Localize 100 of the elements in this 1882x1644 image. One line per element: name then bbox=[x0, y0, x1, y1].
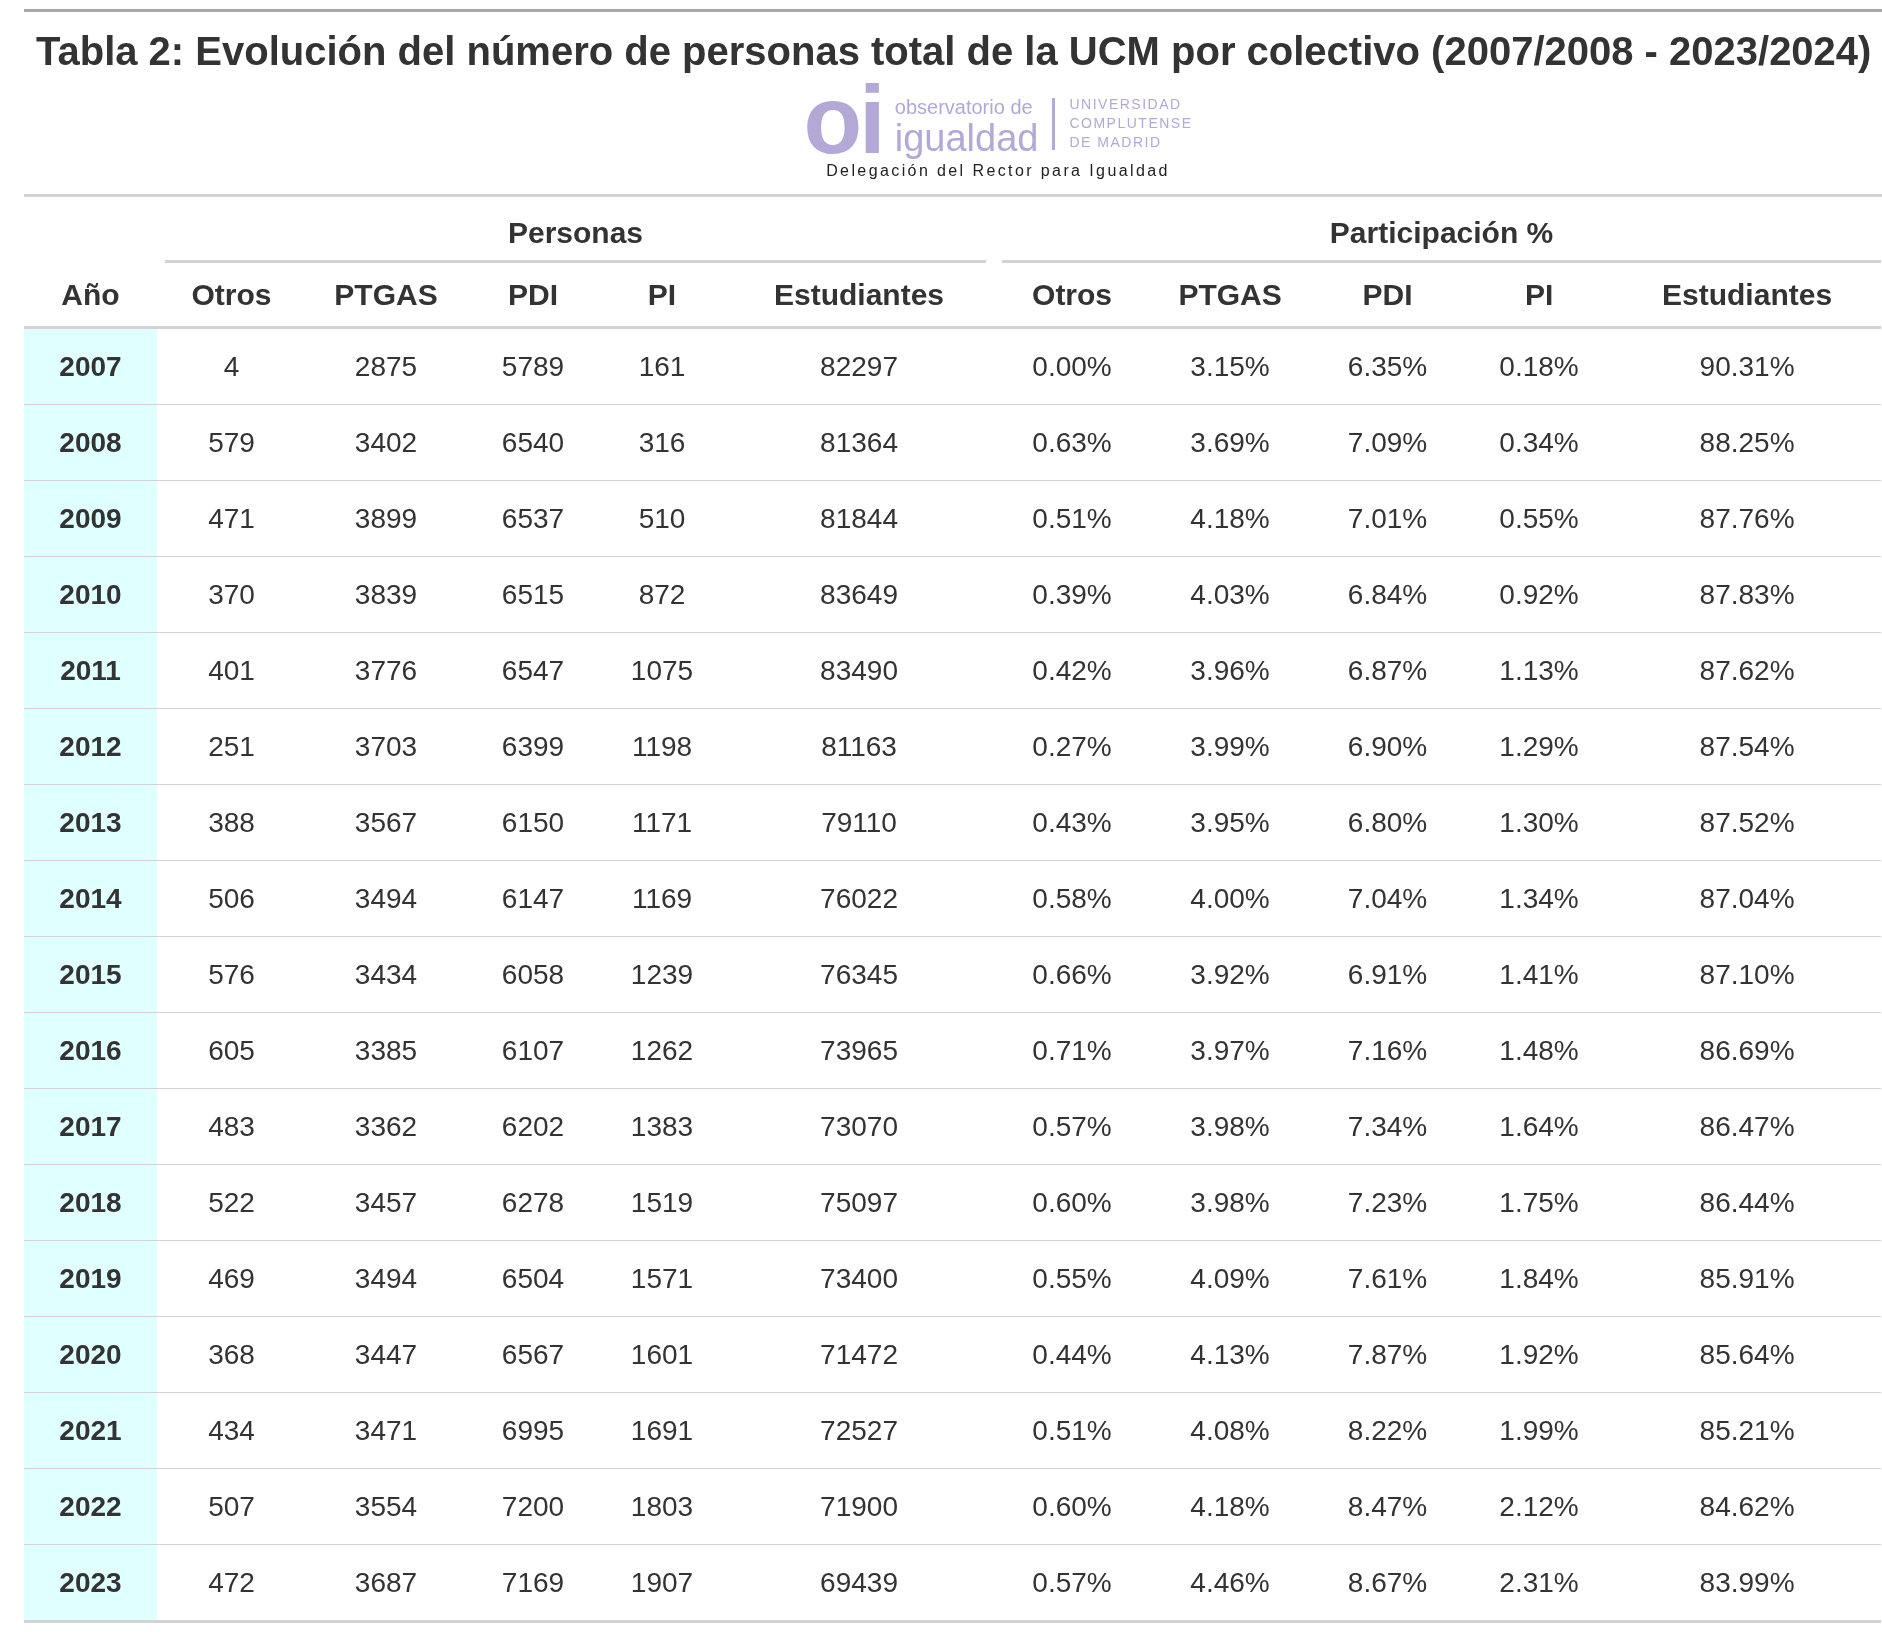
table-cell: 370 bbox=[208, 578, 255, 610]
table-cell: 1.84% bbox=[1499, 1262, 1579, 1294]
table-cell: 83490 bbox=[820, 654, 898, 686]
table-cell: 2875 bbox=[354, 350, 418, 382]
table-cell: 401 bbox=[208, 654, 255, 686]
table-cell: 3.98% bbox=[1190, 1186, 1270, 1218]
table-cell: 471 bbox=[208, 502, 255, 534]
year-cell: 2020 bbox=[24, 1316, 157, 1393]
table-cell: 73400 bbox=[820, 1262, 898, 1294]
table-cell: 472 bbox=[208, 1566, 255, 1598]
table-cell: 3471 bbox=[354, 1414, 418, 1446]
table-cell: 2.12% bbox=[1499, 1490, 1579, 1522]
logo-text: igualdad bbox=[894, 118, 1039, 158]
table-cell: 1075 bbox=[630, 654, 694, 686]
table-cell: 3.99% bbox=[1190, 730, 1270, 762]
table-cell: 6515 bbox=[501, 578, 565, 610]
table-cell: 0.39% bbox=[1032, 578, 1112, 610]
table-cell: 72527 bbox=[820, 1414, 898, 1446]
table-cell: 87.62% bbox=[1699, 654, 1795, 686]
table-cell: 87.54% bbox=[1699, 730, 1795, 762]
table-cell: 6202 bbox=[501, 1110, 565, 1142]
table-cell: 86.44% bbox=[1699, 1186, 1795, 1218]
table-cell: 1171 bbox=[631, 806, 693, 838]
table-cell: 6.91% bbox=[1347, 958, 1428, 990]
table-cell: 1691 bbox=[630, 1414, 694, 1446]
table-cell: 3554 bbox=[354, 1490, 418, 1522]
table-cell: 0.92% bbox=[1499, 578, 1579, 610]
table-cell: 3687 bbox=[354, 1566, 418, 1598]
table-cell: 87.83% bbox=[1699, 578, 1795, 610]
table-cell: 576 bbox=[208, 958, 255, 990]
table-cell: 1239 bbox=[630, 958, 694, 990]
table-cell: 7.01% bbox=[1347, 502, 1428, 534]
table-cell: 0.44% bbox=[1032, 1338, 1112, 1370]
logo-university-text: COMPLUTENSE bbox=[1069, 114, 1193, 133]
column-group-header: Personas bbox=[508, 216, 644, 249]
table-cell: 4.03% bbox=[1190, 578, 1270, 610]
table-cell: 1.92% bbox=[1499, 1338, 1579, 1370]
table-cell: 86.69% bbox=[1699, 1034, 1795, 1066]
table-title: Tabla 2: Evolución del número de personas total de la UCM por colectivo (2007/2008 - 2023/2024) bbox=[36, 28, 1873, 75]
table-cell: 8.47% bbox=[1347, 1490, 1428, 1522]
table-cell: 87.76% bbox=[1699, 502, 1795, 534]
table-cell: 0.55% bbox=[1032, 1262, 1112, 1294]
year-cell: 2021 bbox=[24, 1392, 157, 1469]
table-cell: 4.00% bbox=[1190, 882, 1270, 914]
year-cell: 2011 bbox=[24, 632, 157, 709]
column-group-header: Participación % bbox=[1329, 216, 1554, 249]
table-cell: 1.48% bbox=[1499, 1034, 1579, 1066]
table-cell: 1262 bbox=[630, 1034, 694, 1066]
table-cell: 3.95% bbox=[1190, 806, 1270, 838]
table-cell: 1571 bbox=[630, 1262, 694, 1294]
year-cell: 2019 bbox=[24, 1240, 157, 1317]
table-cell: 4.18% bbox=[1190, 1490, 1270, 1522]
table-cell: 368 bbox=[208, 1338, 255, 1370]
table-cell: 6.35% bbox=[1347, 350, 1428, 382]
table-cell: 7.87% bbox=[1347, 1338, 1428, 1370]
table-cell: 1.41% bbox=[1499, 958, 1579, 990]
table-cell: 4.08% bbox=[1190, 1414, 1270, 1446]
table-cell: 8.22% bbox=[1347, 1414, 1428, 1446]
table-cell: 0.51% bbox=[1032, 502, 1112, 534]
column-header: Estudiantes bbox=[774, 277, 945, 311]
table-cell: 3.97% bbox=[1190, 1034, 1270, 1066]
table-cell: 579 bbox=[208, 426, 255, 458]
table-cell: 4 bbox=[223, 350, 240, 382]
table-cell: 388 bbox=[208, 806, 255, 838]
table-cell: 3402 bbox=[354, 426, 418, 458]
table-cell: 76022 bbox=[820, 882, 898, 914]
table-cell: 6107 bbox=[501, 1034, 565, 1066]
table-cell: 0.63% bbox=[1032, 426, 1112, 458]
table-cell: 1.29% bbox=[1499, 730, 1579, 762]
table-cell: 7.23% bbox=[1347, 1186, 1428, 1218]
table-cell: 507 bbox=[208, 1490, 255, 1522]
year-cell: 2008 bbox=[24, 404, 157, 481]
table-cell: 0.60% bbox=[1032, 1186, 1112, 1218]
table-cell: 2.31% bbox=[1499, 1566, 1579, 1598]
table-cell: 0.27% bbox=[1032, 730, 1112, 762]
table-cell: 3494 bbox=[354, 882, 418, 914]
table-cell: 86.47% bbox=[1699, 1110, 1795, 1142]
logo-subtitle: Delegación del Rector para Igualdad bbox=[826, 162, 1170, 180]
year-cell: 2007 bbox=[24, 327, 157, 405]
year-cell: 2017 bbox=[24, 1088, 157, 1165]
table-cell: 0.42% bbox=[1032, 654, 1112, 686]
table-cell: 87.10% bbox=[1699, 958, 1795, 990]
table-cell: 73070 bbox=[820, 1110, 898, 1142]
table-cell: 1383 bbox=[630, 1110, 694, 1142]
table-cell: 82297 bbox=[820, 350, 898, 382]
table-cell: 79110 bbox=[821, 806, 897, 838]
table-cell: 0.71% bbox=[1032, 1034, 1112, 1066]
table-cell: 87.52% bbox=[1699, 806, 1795, 838]
table-cell: 85.91% bbox=[1699, 1262, 1795, 1294]
logo-university-text: UNIVERSIDAD bbox=[1069, 95, 1183, 114]
year-cell: 2012 bbox=[24, 708, 157, 785]
table-cell: 3.92% bbox=[1190, 958, 1270, 990]
table-cell: 469 bbox=[208, 1262, 255, 1294]
table-cell: 6504 bbox=[501, 1262, 565, 1294]
table-cell: 3385 bbox=[354, 1034, 418, 1066]
column-header: PDI bbox=[1362, 277, 1413, 311]
table-cell: 1.75% bbox=[1499, 1186, 1579, 1218]
column-header: PDI bbox=[508, 277, 558, 311]
table-cell: 3.15% bbox=[1190, 350, 1270, 382]
logo-university-text: DE MADRID bbox=[1069, 133, 1163, 152]
